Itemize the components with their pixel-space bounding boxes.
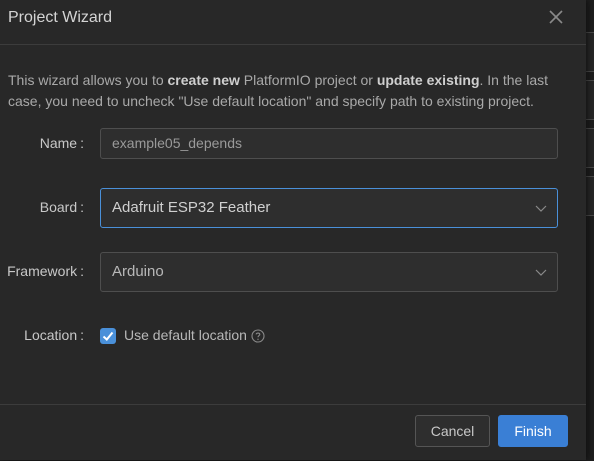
checkmark-icon	[102, 331, 114, 341]
project-wizard-dialog: Project Wizard This wizard allows you to…	[0, 0, 586, 460]
dialog-title: Project Wizard	[8, 9, 113, 26]
close-icon[interactable]	[547, 8, 565, 26]
location-label: Location:	[24, 327, 84, 343]
use-default-location-checkbox[interactable]	[100, 328, 116, 344]
name-label: Name:	[39, 135, 84, 151]
dialog-footer: Cancel Finish	[0, 404, 586, 461]
framework-select[interactable]: Arduino	[100, 252, 558, 292]
framework-label: Framework:	[7, 263, 84, 279]
name-input[interactable]: example05_depends	[100, 128, 558, 159]
board-selected-value: Adafruit ESP32 Feather	[112, 199, 271, 216]
use-default-location-label[interactable]: Use default location	[124, 327, 247, 343]
chevron-down-icon	[535, 269, 547, 276]
board-select[interactable]: Adafruit ESP32 Feather	[100, 188, 558, 228]
help-icon[interactable]	[251, 329, 265, 343]
board-label: Board:	[39, 199, 84, 215]
finish-button[interactable]: Finish	[498, 415, 568, 447]
framework-selected-value: Arduino	[112, 263, 164, 280]
chevron-down-icon	[535, 205, 547, 212]
intro-text: This wizard allows you to create new Pla…	[8, 72, 548, 109]
cancel-button[interactable]: Cancel	[415, 415, 490, 447]
dialog-header: Project Wizard	[0, 0, 586, 45]
